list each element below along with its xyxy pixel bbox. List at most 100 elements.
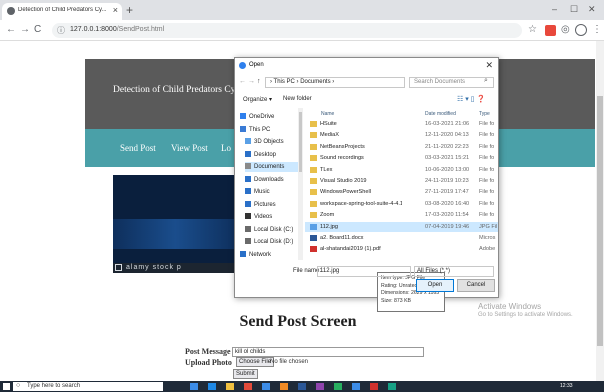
folder-icon — [245, 138, 251, 144]
nav-item[interactable]: 3D Objects — [245, 137, 298, 147]
file-type-select[interactable]: All Files (*.*) — [414, 266, 494, 277]
edge-icon[interactable] — [208, 383, 216, 390]
nav-item[interactable]: Desktop — [245, 150, 298, 160]
submit-button[interactable]: Submit — [233, 369, 258, 379]
file-row[interactable]: HSuite 16-03-2021 21:06 File fo — [305, 119, 498, 129]
file-name: Zoom — [320, 212, 335, 219]
file-type: Micros — [479, 235, 496, 241]
reload-icon[interactable]: C — [34, 24, 41, 35]
file-type: File fo — [479, 132, 495, 139]
file-type: File fo — [479, 166, 495, 173]
folder-icon — [310, 121, 317, 127]
dialog-close-icon[interactable]: ✕ — [485, 60, 493, 71]
close-window-button[interactable]: ✕ — [588, 4, 596, 15]
nav-item[interactable]: Downloads — [245, 175, 298, 185]
favicon-icon — [7, 7, 15, 15]
new-folder-button[interactable]: New folder — [283, 96, 312, 102]
profile-avatar[interactable] — [575, 24, 587, 36]
app-icon[interactable] — [280, 383, 288, 390]
nav-item[interactable]: OneDrive — [240, 112, 298, 122]
file-name-input[interactable]: 112.jpg — [317, 266, 411, 277]
back-icon[interactable]: ← — [6, 24, 16, 35]
tab-close-icon[interactable]: × — [113, 5, 118, 15]
nav-item-label: Pictures — [254, 201, 276, 208]
menu-icon[interactable]: ⋮ — [592, 24, 602, 35]
file-name: MediaX — [320, 132, 339, 139]
nav-item[interactable]: Pictures — [245, 200, 298, 210]
nav-item-label: Local Disk (C:) — [254, 226, 294, 233]
task-view-icon[interactable] — [190, 383, 198, 390]
column-date[interactable]: Date modified — [425, 111, 456, 117]
forward-icon[interactable]: → — [20, 24, 30, 35]
chrome-icon — [239, 62, 246, 69]
column-type[interactable]: Type — [479, 111, 490, 117]
file-row[interactable]: al-shatandai2019 (1).pdf Adobe — [305, 244, 498, 254]
dialog-back-icon[interactable]: ← — [239, 78, 246, 85]
navigation-scrollbar-thumb[interactable] — [299, 112, 302, 172]
folder-icon — [245, 213, 251, 219]
open-button[interactable]: Open — [416, 279, 454, 292]
nav-item[interactable]: Network — [240, 250, 298, 260]
organize-button[interactable]: Organize ▾ — [243, 96, 272, 103]
nav-item[interactable]: Local Disk (C:) — [245, 225, 298, 235]
post-message-label: Post Message — [185, 347, 231, 356]
taskbar-search[interactable]: Type here to search — [13, 382, 163, 391]
nav-item[interactable]: This PC — [240, 125, 298, 135]
nav-item[interactable]: Videos — [245, 212, 298, 222]
file-row[interactable]: MediaX 12-11-2020 04:13 File fo — [305, 130, 498, 140]
nav-item[interactable]: Documents — [245, 162, 298, 172]
file-explorer-icon[interactable] — [226, 383, 234, 390]
dialog-breadcrumb[interactable]: › This PC › Documents › — [265, 77, 405, 88]
tab-title: Detection of Child Predators Cy... — [18, 7, 106, 13]
info-icon[interactable]: ⓘ — [57, 25, 65, 36]
nav-item[interactable]: Music — [245, 187, 298, 197]
no-file-text: No file chosen — [270, 359, 309, 365]
extension-icon[interactable] — [545, 25, 556, 36]
file-row[interactable]: 112.jpg 07-04-2019 19:46 JPG Fil — [305, 221, 498, 232]
column-name[interactable]: Name — [321, 111, 334, 117]
folder-icon — [310, 212, 317, 219]
nav-item-label: Videos — [254, 214, 273, 220]
folder-icon — [310, 132, 317, 139]
address-bar[interactable]: ⓘ 127.0.0.1:8000/SendPost.html — [52, 23, 522, 38]
maximize-button[interactable]: ☐ — [570, 4, 578, 15]
page-scrollbar-thumb[interactable] — [597, 96, 603, 346]
nav-logout[interactable]: Lo — [221, 143, 231, 153]
nav-item-label: Documents — [254, 164, 285, 170]
file-row[interactable]: workspace-spring-tool-suite-4-4.1.1.RE..… — [305, 199, 498, 209]
post-message-input[interactable]: kill ol childs — [232, 347, 424, 357]
nav-send-post[interactable]: Send Post — [120, 143, 156, 153]
dialog-up-icon[interactable]: ↑ — [257, 78, 261, 85]
cancel-button[interactable]: Cancel — [457, 279, 495, 292]
view-options-icon[interactable]: ☷ ▾ ▯ ❓ — [457, 95, 485, 103]
app-icon[interactable] — [316, 383, 324, 390]
account-icon[interactable]: ◎ — [561, 24, 570, 35]
file-row[interactable]: WindowsPowerShell 27-11-2019 17:47 File fo — [305, 187, 498, 197]
app-icon[interactable] — [352, 383, 360, 390]
file-row[interactable]: Sound recordings 03-03-2021 15:21 File fo — [305, 153, 498, 163]
file-row[interactable]: NetBeansProjects 21-11-2020 22:23 File fo — [305, 142, 498, 152]
dialog-forward-icon[interactable]: → — [248, 78, 255, 85]
file-row[interactable]: Zoom 17-03-2020 11:54 File fo — [305, 210, 498, 220]
app-icon[interactable] — [334, 383, 342, 390]
pdf-icon[interactable] — [370, 383, 378, 390]
choose-file-button[interactable]: Choose File — [236, 357, 275, 367]
nav-item[interactable]: Local Disk (D:) — [245, 237, 298, 247]
file-row[interactable]: TLex 10-06-2020 13:00 File fo — [305, 165, 498, 175]
nav-item-label: Desktop — [254, 151, 277, 158]
browser-tab[interactable]: Detection of Child Predators Cy... × — [2, 3, 122, 20]
file-name: TLex — [320, 166, 333, 173]
word-icon[interactable] — [298, 383, 306, 390]
chrome-taskbar-icon[interactable] — [244, 383, 252, 390]
minimize-button[interactable]: – — [552, 4, 557, 14]
store-icon[interactable] — [262, 383, 270, 390]
file-row[interactable]: Visual Studio 2019 24-11-2019 10:23 File f… — [305, 176, 498, 186]
nav-item-label: Local Disk (D:) — [254, 239, 294, 245]
nav-view-post[interactable]: View Post — [171, 143, 208, 153]
bookmark-star-icon[interactable]: ☆ — [528, 24, 537, 35]
windows-start-icon[interactable] — [3, 383, 10, 390]
file-row[interactable]: a2. Board11.docx Micros — [305, 233, 498, 243]
app-icon[interactable] — [388, 383, 396, 390]
new-tab-button[interactable]: + — [126, 3, 133, 17]
dialog-search-input[interactable]: Search Documents — [409, 77, 494, 88]
